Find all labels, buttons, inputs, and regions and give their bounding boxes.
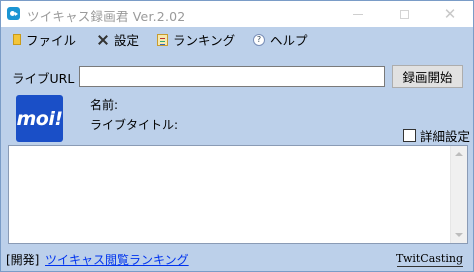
detail-settings-label: 詳細設定 — [420, 129, 471, 144]
close-icon: ✕ — [443, 4, 457, 23]
maximize-icon — [399, 9, 409, 19]
detail-settings-checkbox[interactable]: 詳細設定 — [403, 126, 470, 145]
help-icon: ? — [253, 33, 265, 46]
menu-ranking[interactable]: ランキング — [157, 31, 235, 48]
menu-bar: ファイル 設定 ランキング ? ヘルプ — [1, 28, 473, 50]
menu-settings[interactable]: 設定 — [97, 31, 139, 48]
menu-help-label: ヘルプ — [270, 33, 308, 48]
footer-prefix: [開発] — [6, 253, 40, 267]
twitcasting-brand: TwitCasting — [396, 252, 463, 265]
file-icon — [13, 34, 21, 45]
settings-icon — [97, 34, 109, 46]
name-label: 名前: — [90, 98, 119, 112]
minimize-button[interactable] — [335, 1, 381, 27]
live-title-label: ライブタイトル: — [90, 118, 179, 132]
brand-underline — [397, 266, 463, 267]
menu-settings-label: 設定 — [114, 33, 140, 48]
live-url-label: ライブURL — [12, 71, 75, 86]
app-window: ツイキャス録画君 Ver.2.02 ✕ ファイル 設定 ランキング ? ヘルプ … — [0, 0, 474, 272]
close-button[interactable]: ✕ — [427, 1, 473, 27]
ranking-icon — [157, 33, 168, 46]
live-url-input[interactable] — [79, 66, 385, 87]
app-icon — [7, 7, 20, 20]
title-bar: ツイキャス録画君 Ver.2.02 ✕ — [1, 1, 473, 27]
maximize-button[interactable] — [381, 1, 427, 27]
log-textarea[interactable] — [8, 145, 468, 244]
avatar: moi! — [16, 95, 63, 142]
window-title: ツイキャス録画君 Ver.2.02 — [27, 9, 186, 24]
scroll-up-icon[interactable] — [455, 152, 463, 156]
vertical-scrollbar[interactable] — [450, 146, 467, 243]
ranking-link[interactable]: ツイキャス閲覧ランキング — [45, 251, 189, 268]
checkbox-box[interactable] — [403, 129, 416, 142]
menu-help[interactable]: ? ヘルプ — [253, 31, 308, 48]
menu-ranking-label: ランキング — [173, 33, 236, 48]
menu-file-label: ファイル — [26, 33, 77, 48]
record-start-button[interactable]: 録画開始 — [392, 65, 463, 88]
minimize-icon — [353, 13, 363, 15]
scroll-down-icon[interactable] — [455, 233, 463, 237]
menu-file[interactable]: ファイル — [13, 31, 76, 48]
